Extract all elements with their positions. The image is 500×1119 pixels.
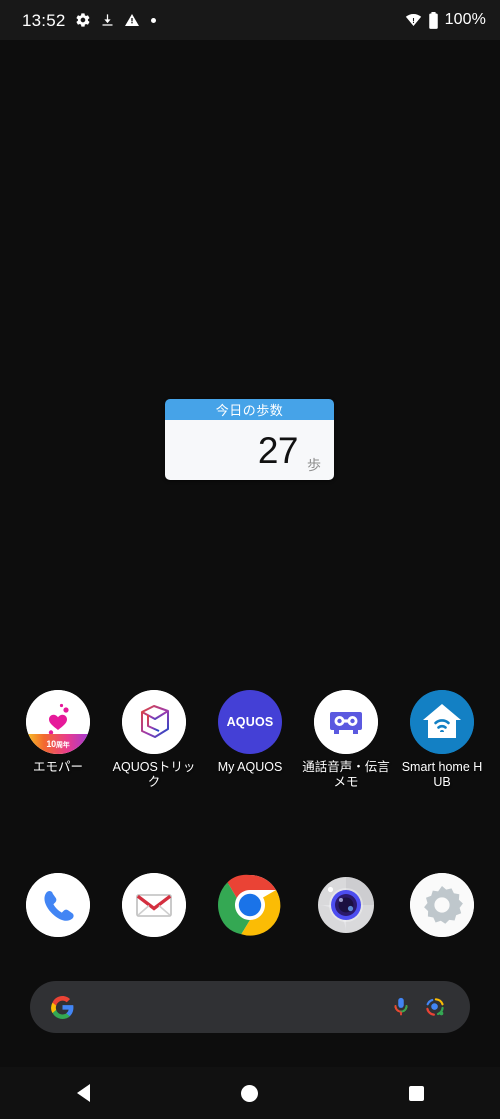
dock	[0, 873, 500, 937]
app-label: AQUOSトリック	[112, 760, 196, 789]
home-button[interactable]	[220, 1067, 280, 1119]
google-search-bar[interactable]	[30, 981, 470, 1033]
microphone-icon	[394, 997, 408, 1016]
app-grid-row: 10周年 エモパー AQUOSトリック AQUOS My AQUOS 通話音声・…	[0, 690, 500, 790]
home-circle-icon	[241, 1084, 259, 1102]
email-icon[interactable]	[122, 873, 186, 937]
app-voicemail-memo[interactable]: 通話音声・伝言メモ	[302, 690, 390, 790]
navigation-bar	[0, 1067, 500, 1119]
back-triangle-icon	[76, 1084, 90, 1102]
app-label: Smart home HUB	[401, 760, 483, 789]
emopa-icon[interactable]: 10周年	[26, 690, 90, 754]
camera-icon[interactable]	[314, 873, 378, 937]
wifi-icon	[405, 13, 421, 26]
download-icon	[102, 14, 113, 26]
battery-full-icon	[428, 11, 438, 29]
recents-square-icon	[409, 1085, 425, 1101]
gear-icon	[410, 873, 474, 937]
camera-lens-icon	[318, 877, 374, 933]
home-screen: 13:52 100% 今日の歩数 27 歩 10周年 エモパー AQUOSトリッ…	[0, 0, 500, 1119]
phone-icon[interactable]	[26, 873, 90, 937]
phone-handset-icon	[26, 873, 90, 937]
aquos-trick-cube-icon[interactable]	[122, 690, 186, 754]
emopa-anniversary-badge: 10周年	[26, 734, 90, 754]
warning-triangle-icon	[124, 14, 139, 26]
battery-percent-label: 100%	[444, 11, 486, 28]
recents-button[interactable]	[387, 1067, 447, 1119]
google-g-icon	[51, 995, 74, 1019]
house-wifi-icon	[410, 690, 474, 754]
step-count-value: 27	[257, 429, 299, 471]
my-aquos-wordmark: AQUOS	[226, 715, 274, 729]
chrome-logo-icon	[218, 874, 281, 936]
gear-icon	[75, 13, 90, 27]
cube-wireframe-icon	[122, 690, 186, 754]
voice-search-button[interactable]	[384, 990, 418, 1024]
cassette-icon	[314, 690, 378, 754]
app-label: エモパー	[32, 760, 83, 774]
status-bar-left: 13:52	[22, 12, 156, 29]
settings-gear-icon[interactable]	[410, 873, 474, 937]
dot-icon	[150, 17, 156, 23]
app-label: My AQUOS	[217, 760, 283, 774]
app-emopa[interactable]: 10周年 エモパー	[14, 690, 102, 790]
smart-home-hub-icon[interactable]	[410, 690, 474, 754]
back-button[interactable]	[53, 1067, 113, 1119]
app-aquos-trick[interactable]: AQUOSトリック	[110, 690, 198, 790]
app-my-aquos[interactable]: AQUOS My AQUOS	[206, 690, 294, 790]
app-label: 通話音声・伝言メモ	[302, 760, 390, 789]
my-aquos-icon[interactable]: AQUOS	[218, 690, 282, 754]
step-counter-widget[interactable]: 今日の歩数 27 歩	[165, 399, 334, 480]
status-clock: 13:52	[22, 10, 66, 30]
chrome-icon[interactable]	[218, 873, 282, 937]
google-lens-button[interactable]	[418, 990, 452, 1024]
status-bar-right: 100%	[405, 11, 486, 29]
google-lens-icon	[426, 998, 444, 1016]
step-count-unit: 歩	[307, 457, 321, 473]
voicemail-cassette-icon[interactable]	[314, 690, 378, 754]
envelope-icon	[122, 873, 186, 937]
status-bar: 13:52 100%	[0, 0, 500, 40]
widget-body: 27 歩	[165, 420, 334, 480]
app-smart-home-hub[interactable]: Smart home HUB	[398, 690, 486, 790]
widget-title: 今日の歩数	[165, 399, 334, 420]
